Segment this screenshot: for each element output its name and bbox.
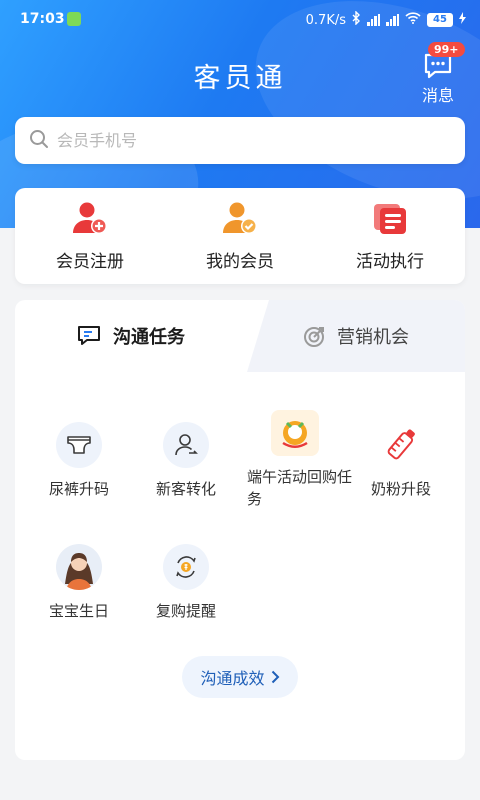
battery-icon: 45	[427, 13, 453, 27]
search-icon	[29, 129, 49, 153]
message-label: 消息	[421, 86, 454, 105]
task-item-milk-stage[interactable]: 奶粉升段	[345, 422, 457, 500]
status-right: 0.7K/s 45	[305, 10, 466, 29]
quick-action-label: 我的会员	[206, 251, 274, 272]
task-label: 端午活动回购任务	[247, 468, 353, 508]
user-add-icon	[72, 201, 108, 239]
message-button[interactable]: 消息	[414, 52, 462, 105]
tab-marketing-opportunities[interactable]: 营销机会	[247, 300, 465, 372]
status-bar: 17:03 0.7K/s 45	[0, 0, 480, 40]
effect-button-label: 沟通成效	[200, 669, 265, 688]
charging-icon	[459, 12, 466, 28]
my-members-button[interactable]: 我的会员	[175, 201, 305, 272]
user-convert-icon	[163, 422, 209, 468]
target-icon	[303, 324, 327, 348]
task-item-baby-birthday[interactable]: 宝宝生日	[23, 544, 135, 622]
task-label: 奶粉升段	[370, 480, 431, 498]
app-notification-icon	[67, 12, 81, 26]
quick-actions: 会员注册 我的会员 活动执行	[15, 188, 465, 284]
signal-icon	[367, 14, 380, 26]
tab-label: 沟通任务	[113, 327, 185, 348]
tab-bar: 沟通任务 营销机会	[15, 300, 465, 372]
task-item-diaper[interactable]: 尿裤升码	[23, 422, 135, 500]
repurchase-icon	[163, 544, 209, 590]
quick-action-label: 会员注册	[56, 251, 124, 272]
status-time: 17:03	[20, 11, 65, 27]
dragon-boat-icon	[271, 410, 319, 456]
tab-label: 营销机会	[337, 327, 409, 348]
chevron-right-icon	[271, 670, 280, 684]
member-register-button[interactable]: 会员注册	[25, 201, 155, 272]
page-title: 客员通	[193, 63, 287, 94]
chat-square-icon	[77, 324, 103, 348]
signal-icon	[386, 14, 399, 26]
diaper-icon	[56, 422, 102, 468]
tab-communication-tasks[interactable]: 沟通任务	[15, 300, 269, 372]
task-label: 新客转化	[155, 480, 216, 498]
user-check-icon	[222, 201, 258, 239]
task-label: 复购提醒	[155, 602, 216, 620]
activity-execute-button[interactable]: 活动执行	[325, 201, 455, 272]
message-badge: 99+	[428, 42, 465, 57]
task-item-dragon-boat[interactable]: 端午活动回购任务	[237, 410, 353, 510]
quick-action-label: 活动执行	[356, 251, 424, 272]
task-label: 尿裤升码	[48, 480, 109, 498]
communication-effect-button[interactable]: 沟通成效	[182, 656, 298, 698]
task-item-repurchase[interactable]: 复购提醒	[130, 544, 242, 622]
search-bar[interactable]	[15, 117, 465, 164]
activity-icon	[372, 201, 408, 239]
task-panel: 沟通任务 营销机会 尿裤升码 新客转化 端午活动回购任务 奶粉升段 宝宝生日 复…	[15, 300, 465, 760]
search-input[interactable]	[57, 131, 437, 150]
wifi-icon	[405, 12, 421, 28]
baby-avatar-icon	[56, 544, 102, 590]
task-label: 宝宝生日	[48, 602, 109, 620]
bluetooth-icon	[352, 10, 361, 29]
milk-bottle-icon	[378, 422, 424, 468]
network-speed: 0.7K/s	[305, 12, 346, 28]
task-item-new-customer[interactable]: 新客转化	[130, 422, 242, 500]
